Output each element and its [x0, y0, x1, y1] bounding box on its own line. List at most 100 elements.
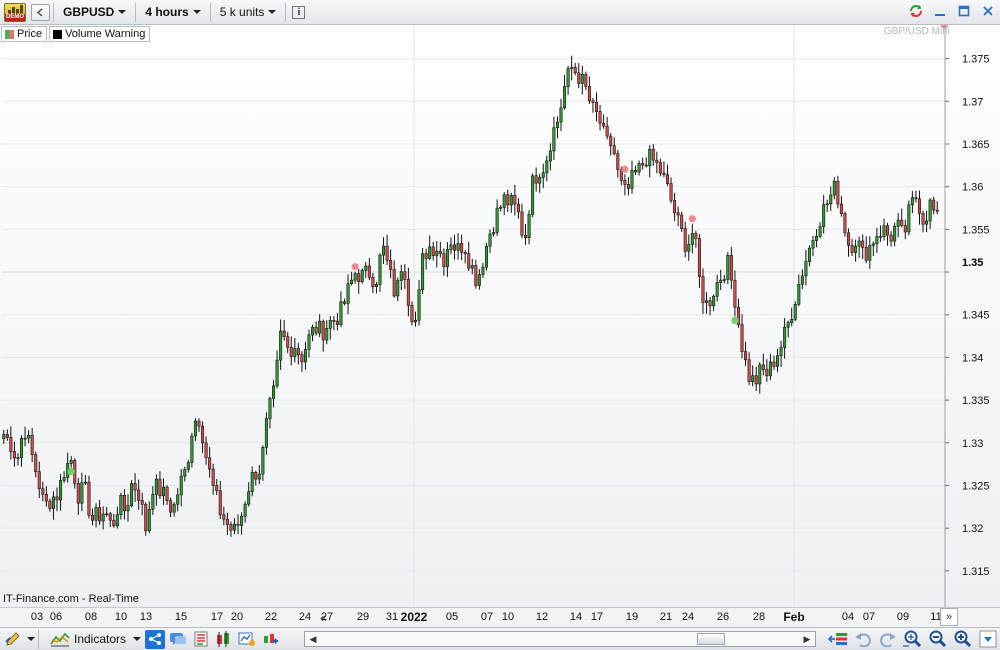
- timeframe-selector[interactable]: 4 hours: [139, 2, 206, 23]
- candle-body: [651, 148, 655, 161]
- candle-body: [215, 485, 219, 492]
- candle-body: [488, 233, 492, 247]
- candle-body: [119, 494, 123, 515]
- maximize-icon[interactable]: [956, 3, 972, 19]
- candle-body: [886, 225, 890, 236]
- candle-body: [98, 507, 102, 522]
- scroll-left-arrow-icon[interactable]: ◀: [306, 632, 320, 646]
- candle-body: [424, 253, 428, 259]
- candle-body: [708, 300, 712, 307]
- candle-body: [765, 369, 769, 377]
- chat-icon[interactable]: [168, 630, 188, 649]
- candle-body: [44, 493, 48, 502]
- candle-body: [545, 160, 549, 174]
- info-button[interactable]: i: [289, 4, 308, 21]
- time-axis[interactable]: « 03 06 08 10 13 15 17 20 22 24 27 29 31 2022 05 07 10 12…: [0, 607, 1000, 627]
- units-selector[interactable]: 5 k units: [214, 2, 283, 23]
- indicators-button[interactable]: Indicators: [46, 631, 130, 647]
- settings-down-icon[interactable]: [978, 629, 998, 648]
- candle-body: [637, 163, 641, 173]
- history-scrollbar[interactable]: ◀ ▶: [304, 631, 816, 647]
- undo-icon[interactable]: [853, 629, 873, 648]
- candle-body: [314, 326, 318, 334]
- legend-volume-label: Volume Warning: [65, 28, 146, 40]
- chevron-down-icon[interactable]: [133, 637, 142, 641]
- candle-body: [534, 175, 538, 184]
- zoom-fit-icon[interactable]: [903, 629, 923, 648]
- volume-warning-marker: [67, 467, 75, 476]
- candle-body: [783, 326, 787, 348]
- candle-body: [197, 420, 201, 427]
- info-icon: i: [292, 5, 306, 19]
- chart-window: DEMO GBPUSD 4 hours 5 k units i 1.375 1.…: [0, 0, 1000, 650]
- candle-body: [399, 271, 403, 281]
- candle-body: [403, 271, 407, 280]
- time-axis-label: 12: [535, 611, 549, 623]
- candle-body: [744, 351, 748, 361]
- legend-volume-warning[interactable]: Volume Warning: [49, 26, 151, 42]
- candle-body: [417, 289, 421, 321]
- candle-body: [144, 503, 148, 532]
- refresh-icon[interactable]: [908, 3, 924, 19]
- candle-body: [673, 200, 677, 214]
- candle-body: [811, 240, 815, 249]
- drawing-pen-icon[interactable]: [3, 630, 23, 649]
- candle-body: [133, 483, 137, 491]
- legend-price[interactable]: Price: [1, 26, 48, 42]
- candle-body: [917, 198, 921, 214]
- close-icon[interactable]: [980, 3, 996, 19]
- zoom-out-icon[interactable]: [928, 629, 948, 648]
- scroll-right-icon[interactable]: »: [940, 608, 958, 626]
- candle-body: [172, 503, 176, 513]
- candle-body: [800, 275, 804, 285]
- candle-body: [204, 442, 208, 459]
- candle-body: [925, 220, 929, 225]
- units-label: 5 k units: [219, 5, 265, 19]
- candle-body: [435, 250, 439, 256]
- candle-body: [27, 434, 31, 439]
- time-axis-label: 24: [298, 611, 312, 623]
- share-icon[interactable]: [145, 629, 166, 649]
- candle-body: [431, 246, 435, 256]
- redo-icon[interactable]: [878, 629, 898, 648]
- data-source-label: IT-Finance.com - Real-Time: [3, 593, 139, 605]
- time-axis-label: 09: [896, 611, 910, 623]
- candle-body: [563, 86, 567, 109]
- minimize-icon[interactable]: [932, 3, 948, 19]
- go-to-latest-icon[interactable]: [828, 629, 848, 648]
- candle-body: [687, 244, 691, 252]
- candle-body: [573, 67, 577, 74]
- scroll-right-arrow-icon[interactable]: ▶: [800, 632, 814, 646]
- positions-icon[interactable]: [214, 630, 234, 649]
- candle-body: [846, 232, 851, 246]
- scrollbar-thumb[interactable]: [697, 633, 725, 645]
- candle-body: [662, 172, 666, 175]
- chart-add-icon[interactable]: [260, 630, 280, 649]
- top-toolbar: DEMO GBPUSD 4 hours 5 k units i: [0, 0, 1000, 25]
- order-list-icon[interactable]: [191, 630, 211, 649]
- candle-body: [804, 261, 808, 277]
- candle-body: [456, 243, 460, 251]
- candle-body: [225, 518, 229, 525]
- collapse-panel-button[interactable]: [31, 3, 50, 21]
- instrument-selector[interactable]: GBPUSD: [57, 2, 132, 23]
- price-chart[interactable]: 1.375 1.37 1.365 1.36 1.355 1.35 1.345 1.34 1.33…: [0, 25, 1000, 607]
- candle-body: [30, 434, 34, 455]
- candle-body: [797, 283, 801, 305]
- candle-body: [20, 438, 24, 458]
- candle-body: [218, 490, 222, 516]
- candle-body: [371, 276, 375, 287]
- price-tick-label: 1.34: [962, 352, 983, 364]
- candle-body: [779, 347, 783, 356]
- candle-body: [715, 282, 719, 297]
- zoom-in-icon[interactable]: [953, 629, 973, 648]
- time-axis-label: 21: [659, 611, 673, 623]
- candle-body: [477, 274, 481, 286]
- chevron-down-icon[interactable]: [27, 637, 35, 641]
- candle-body: [474, 265, 478, 286]
- alerts-icon[interactable]: [237, 630, 257, 649]
- candle-body: [2, 434, 6, 440]
- candle-body: [374, 284, 378, 287]
- candle-body: [832, 180, 836, 196]
- demo-account-icon[interactable]: DEMO: [4, 2, 26, 22]
